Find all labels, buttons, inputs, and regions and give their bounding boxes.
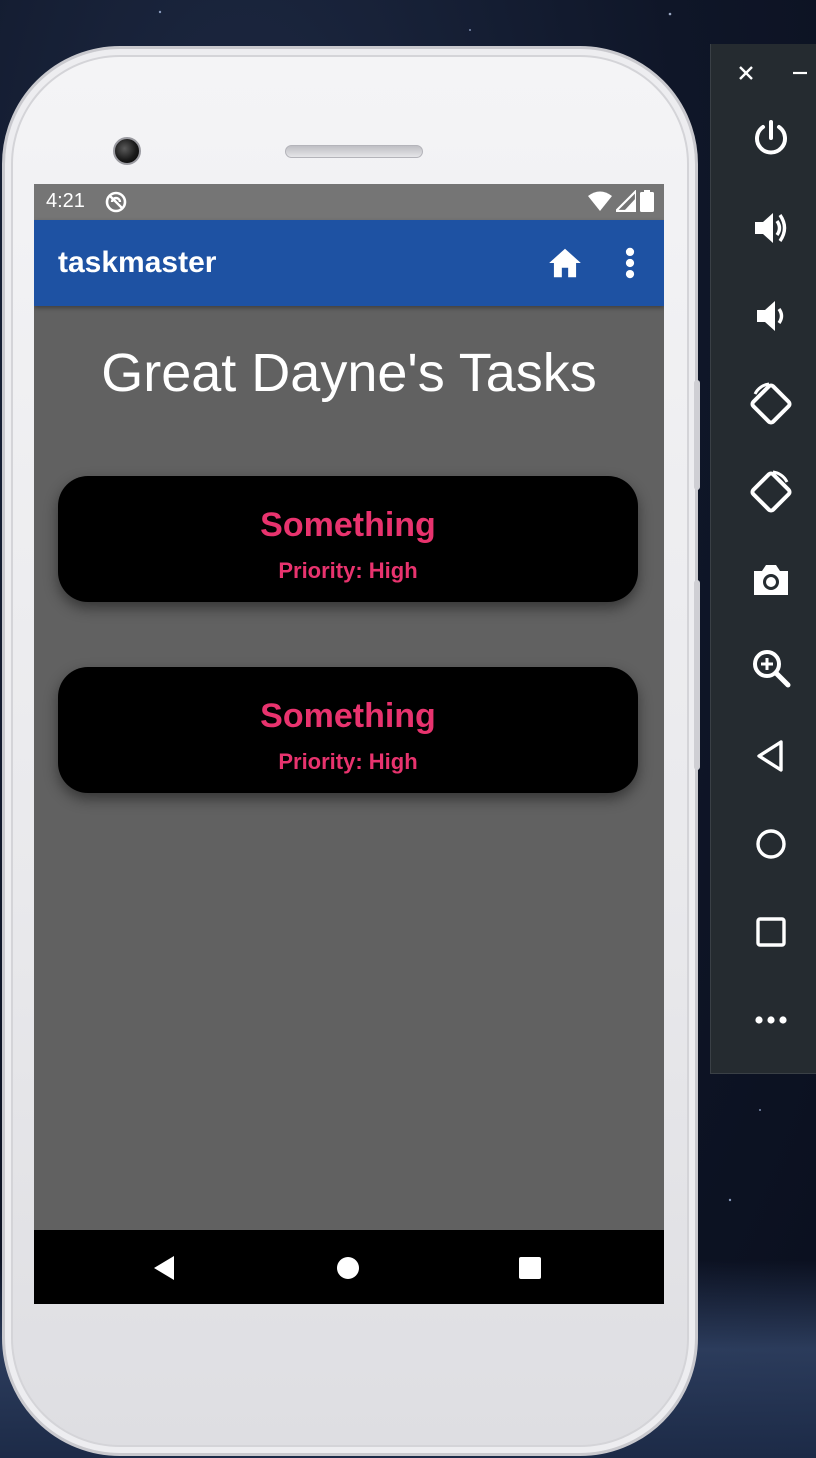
- volume-down-icon: [757, 301, 784, 331]
- phone-side-button: [694, 380, 700, 490]
- screenshot-button[interactable]: [747, 556, 795, 604]
- status-icons: [588, 190, 654, 212]
- back-icon: [757, 740, 783, 772]
- volume-up-icon: [755, 213, 787, 243]
- task-title: Something: [260, 506, 436, 544]
- wifi-icon: [588, 191, 612, 211]
- zoom-icon: [753, 650, 791, 688]
- earpiece-speaker: [285, 145, 423, 158]
- app-title: taskmaster: [58, 246, 217, 279]
- power-button[interactable]: [747, 114, 795, 162]
- task-title: Something: [260, 697, 436, 735]
- home-icon[interactable]: [546, 244, 584, 282]
- rotate-right-icon: [750, 470, 792, 513]
- overview-icon: [756, 917, 786, 947]
- minimize-icon[interactable]: [789, 62, 811, 84]
- home-circle-icon[interactable]: [332, 1252, 364, 1284]
- rotate-left-icon: [750, 382, 792, 425]
- emulator-more-button[interactable]: [747, 996, 795, 1044]
- status-time: 4:21: [46, 190, 85, 212]
- emulator-home-button[interactable]: [747, 820, 795, 868]
- battery-icon: [640, 190, 654, 212]
- camera-icon: [754, 565, 788, 595]
- emulator-toolbar: [710, 44, 816, 1074]
- signal-icon: [616, 190, 636, 212]
- phone-side-button: [694, 580, 700, 770]
- task-priority: Priority: High: [278, 749, 418, 774]
- home-icon: [756, 829, 786, 859]
- navigation-bar: [34, 1230, 664, 1304]
- task-card[interactable]: Something Priority: High: [58, 476, 638, 602]
- device-screen: 4:21 taskmaster Great Dayne's Tasks Some…: [34, 184, 664, 1304]
- recents-icon[interactable]: [514, 1252, 546, 1284]
- zoom-button[interactable]: [747, 644, 795, 692]
- task-priority: Priority: High: [278, 558, 418, 583]
- emulator-back-button[interactable]: [747, 732, 795, 780]
- volume-up-button[interactable]: [747, 204, 795, 252]
- rotate-right-button[interactable]: [747, 468, 795, 516]
- status-bar: 4:21: [34, 184, 664, 220]
- power-icon: [755, 120, 787, 155]
- app-bar: taskmaster: [34, 220, 664, 306]
- close-icon[interactable]: [735, 62, 757, 84]
- app-notification-icon: [105, 191, 127, 213]
- front-camera: [113, 137, 141, 165]
- more-icon: [755, 1016, 787, 1024]
- rotate-left-button[interactable]: [747, 380, 795, 428]
- emulator-overview-button[interactable]: [747, 908, 795, 956]
- back-icon[interactable]: [148, 1252, 180, 1284]
- page-title: Great Dayne's Tasks: [101, 343, 597, 403]
- more-vert-icon[interactable]: [614, 244, 646, 282]
- task-card[interactable]: Something Priority: High: [58, 667, 638, 793]
- volume-down-button[interactable]: [747, 292, 795, 340]
